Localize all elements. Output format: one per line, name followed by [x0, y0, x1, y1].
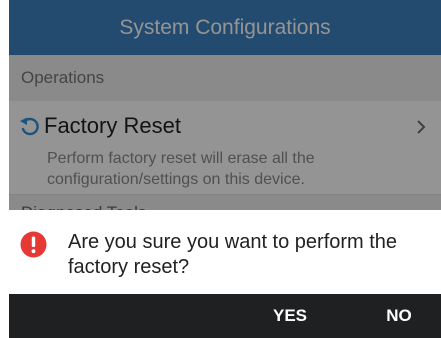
reset-icon [20, 117, 39, 136]
app-header: System Configurations [9, 0, 441, 55]
section-header-operations: Operations [9, 55, 441, 101]
page-title: System Configurations [119, 15, 331, 39]
no-button[interactable]: NO [369, 294, 429, 338]
section-title: Operations [21, 68, 105, 87]
dialog-message: Are you sure you want to perform the fac… [68, 230, 440, 280]
alert-icon [20, 231, 47, 258]
chevron-right-icon [417, 120, 426, 134]
dialog-message-line-1: Are you sure you want to perform the [68, 231, 398, 253]
phone-screen: System Configurations Operations Factory… [9, 0, 441, 338]
description-line-2: configuration/settings on this device. [47, 171, 305, 188]
description-line-1: Perform factory reset will erase all the [47, 150, 315, 167]
yes-button[interactable]: YES [253, 294, 327, 338]
factory-reset-description: Perform factory reset will erase all the… [47, 148, 407, 190]
factory-reset-title: Factory Reset [44, 113, 181, 138]
dialog-message-line-2: factory reset? [68, 256, 190, 278]
